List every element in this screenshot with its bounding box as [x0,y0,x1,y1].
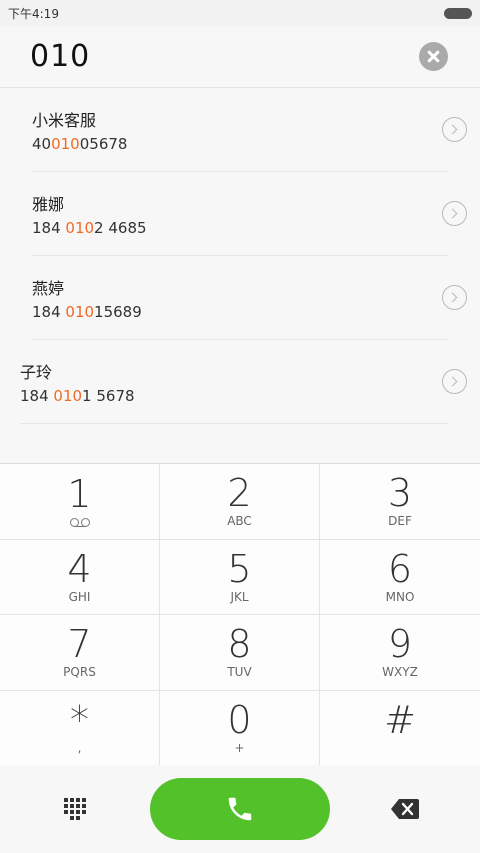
key-digit: * [70,697,89,742]
dialpad-toggle-button[interactable] [0,798,150,820]
dial-key-star[interactable]: * , [0,690,160,766]
dial-number-input[interactable]: 010 [30,39,90,74]
number-prefix: 184 [20,386,54,405]
number-suffix: 1 5678 [82,386,135,405]
key-digit: 3 [387,471,413,516]
key-digit: 1 [67,472,92,517]
dial-key-2[interactable]: 2 ABC [160,464,320,540]
contact-result[interactable]: 子玲 184 0101 5678 [20,340,467,424]
number-prefix: 184 [32,302,66,321]
key-letters: DEF [388,514,412,529]
number-suffix: 15689 [94,302,142,321]
number-match: 010 [53,386,83,405]
key-digit: 5 [227,546,252,591]
dial-key-hash[interactable]: # [320,690,480,766]
contact-name: 小米客服 [32,110,97,130]
dial-input-row: 010 [0,26,480,88]
call-button[interactable] [150,778,330,840]
chevron-right-icon[interactable] [442,117,467,142]
contact-name: 燕婷 [32,278,65,298]
contact-number: 184 0102 4685 [32,219,147,237]
contact-number: 4001005678 [32,135,127,153]
key-letters: GHI [68,589,91,604]
contact-result[interactable]: 燕婷 184 01015689 [32,256,467,340]
dial-key-7[interactable]: 7 PQRS [0,615,160,691]
chevron-right-icon[interactable] [442,201,467,226]
key-letters: PQRS [63,665,96,680]
backspace-button[interactable] [330,798,480,820]
number-suffix: 05678 [79,134,128,153]
key-digit: 6 [387,546,413,591]
battery-icon [444,7,472,19]
contact-result[interactable]: 小米客服 4001005678 [32,88,467,172]
key-digit: # [384,697,416,742]
status-bar: 下午4:19 [0,0,480,26]
dial-key-4[interactable]: 4 GHI [0,539,160,615]
key-letters: TUV [227,665,252,680]
dial-key-8[interactable]: 8 TUV [160,615,320,691]
key-digit: 4 [67,546,92,591]
contact-number: 184 01015689 [32,303,142,321]
key-letters: WXYZ [382,665,418,680]
key-letters: , [77,740,82,755]
number-suffix: 2 4685 [94,218,147,237]
key-letters: MNO [385,589,415,604]
dialpad-grid-icon [64,798,86,820]
key-digit: 8 [227,622,252,667]
dial-key-9[interactable]: 9 WXYZ [320,615,480,691]
contact-number: 184 0101 5678 [20,387,135,405]
contact-results-list: 小米客服 4001005678 雅娜 184 0102 4685 燕婷 184 … [0,88,480,463]
key-letters: ABC [227,514,252,529]
key-digit: 7 [67,622,92,667]
key-letters: + [234,740,245,755]
number-prefix: 40 [32,134,52,153]
chevron-right-icon[interactable] [442,285,467,310]
dial-key-0[interactable]: 0 + [160,690,320,766]
contact-result[interactable]: 雅娜 184 0102 4685 [32,172,467,256]
number-match: 010 [65,302,95,321]
key-letters: JKL [230,589,249,604]
dial-key-6[interactable]: 6 MNO [320,539,480,615]
dial-key-5[interactable]: 5 JKL [160,539,320,615]
phone-icon [228,797,252,821]
key-digit: 9 [387,622,413,667]
contact-name: 子玲 [20,362,53,382]
key-digit: 0 [227,697,252,742]
bottom-action-bar [0,765,480,853]
key-digit: 2 [227,471,252,516]
contact-name: 雅娜 [32,194,65,214]
status-time: 下午4:19 [8,6,59,21]
dialpad: 1 2 ABC 3 DEF 4 GHI 5 JKL 6 MNO 7 PQRS 8… [0,463,480,766]
number-match: 010 [65,218,95,237]
clear-icon[interactable] [419,42,448,71]
dial-key-3[interactable]: 3 DEF [320,464,480,540]
voicemail-icon [69,517,90,528]
number-match: 010 [51,134,80,153]
chevron-right-icon[interactable] [442,369,467,394]
dial-key-1[interactable]: 1 [0,464,160,540]
backspace-icon [391,799,419,819]
number-prefix: 184 [32,218,66,237]
